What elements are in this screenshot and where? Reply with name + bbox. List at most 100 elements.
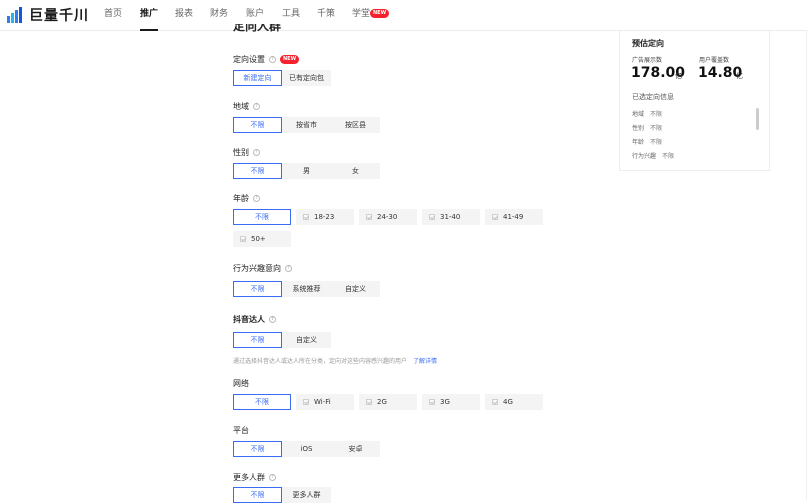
- platform-option-android[interactable]: 安卓: [331, 441, 380, 457]
- targeting-label-text: 定向设置: [233, 55, 265, 64]
- option-existing-package[interactable]: 已有定向包: [282, 70, 331, 86]
- network-option-label: 3G: [440, 398, 450, 406]
- network-options: 不限 Wi-Fi 2G 3G 4G: [233, 394, 543, 410]
- age-option-31-40[interactable]: 31-40: [422, 209, 480, 225]
- region-label: 地域: [233, 101, 260, 112]
- interest-option-system[interactable]: 系统推荐: [282, 281, 331, 297]
- gender-label: 性别: [233, 147, 260, 158]
- age-option-unlimited[interactable]: 不限: [233, 209, 291, 225]
- nav-tools[interactable]: 工具: [282, 0, 300, 31]
- age-option-50-plus[interactable]: 50+: [233, 231, 291, 247]
- brand-logo-icon: [7, 7, 22, 23]
- age-option-18-23[interactable]: 18-23: [296, 209, 354, 225]
- selected-key: 性别: [632, 125, 645, 132]
- platform-options: 不限 iOS 安卓: [233, 441, 380, 457]
- selected-info-title: 已选定向信息: [632, 93, 674, 101]
- age-option-24-30[interactable]: 24-30: [359, 209, 417, 225]
- platform-option-ios[interactable]: iOS: [282, 441, 331, 457]
- top-navbar: 巨量千川 首页 推广 报表 财务 账户 工具 千策 学堂 NEW: [0, 0, 807, 31]
- checkbox-icon: [303, 399, 309, 405]
- nav-finance[interactable]: 财务: [210, 0, 228, 31]
- interest-label-text: 行为兴趣意向: [233, 264, 281, 273]
- network-option-2g[interactable]: 2G: [359, 394, 417, 410]
- more-option-unlimited[interactable]: 不限: [233, 487, 282, 503]
- age-label-text: 年龄: [233, 194, 249, 203]
- help-icon[interactable]: [269, 316, 276, 323]
- targeting-label: 定向设置 NEW: [233, 54, 300, 65]
- coverage-unit: 亿: [736, 72, 743, 80]
- selected-list-scrollbar[interactable]: [756, 108, 759, 130]
- age-option-41-49[interactable]: 41-49: [485, 209, 543, 225]
- network-option-wifi[interactable]: Wi-Fi: [296, 394, 354, 410]
- checkbox-icon: [429, 399, 435, 405]
- checkbox-icon: [366, 399, 372, 405]
- platform-label: 平台: [233, 425, 249, 436]
- checkbox-icon: [366, 214, 372, 220]
- douyin-option-custom[interactable]: 自定义: [282, 332, 331, 348]
- region-label-text: 地域: [233, 102, 249, 111]
- more-audience-options: 不限 更多人群: [233, 487, 331, 503]
- estimate-card: 预估定向 广告展示数 178.00 亿 用户覆盖数 14.80 亿 已选定向信息…: [619, 31, 770, 171]
- network-option-4g[interactable]: 4G: [485, 394, 543, 410]
- targeting-options: 新建定向 已有定向包: [233, 70, 331, 86]
- learn-more-link[interactable]: 了解详情: [413, 358, 437, 365]
- region-option-unlimited[interactable]: 不限: [233, 117, 282, 133]
- platform-option-unlimited[interactable]: 不限: [233, 441, 282, 457]
- interest-options: 不限 系统推荐 自定义: [233, 281, 380, 297]
- more-audience-label: 更多人群: [233, 472, 276, 483]
- network-label-text: 网络: [233, 379, 249, 388]
- douyin-label: 抖音达人: [233, 314, 276, 325]
- douyin-options: 不限 自定义: [233, 332, 331, 348]
- option-new-targeting[interactable]: 新建定向: [233, 70, 282, 86]
- selected-value: 不限: [662, 153, 675, 160]
- help-icon[interactable]: [253, 149, 260, 156]
- impressions-unit: 亿: [675, 72, 682, 80]
- more-audience-label-text: 更多人群: [233, 473, 265, 482]
- network-option-label: 2G: [377, 398, 387, 406]
- academy-new-badge: NEW: [370, 9, 390, 18]
- impressions-label: 广告展示数: [632, 57, 663, 64]
- region-option-district[interactable]: 按区县: [331, 117, 380, 133]
- more-option-more[interactable]: 更多人群: [282, 487, 331, 503]
- gender-option-male[interactable]: 男: [282, 163, 331, 179]
- selected-row: 地域 不限: [632, 109, 662, 118]
- coverage-label: 用户覆盖数: [699, 57, 730, 64]
- network-option-3g[interactable]: 3G: [422, 394, 480, 410]
- nav-home[interactable]: 首页: [104, 0, 122, 31]
- network-label: 网络: [233, 378, 249, 389]
- nav-reports[interactable]: 报表: [175, 0, 193, 31]
- douyin-option-unlimited[interactable]: 不限: [233, 332, 282, 348]
- gender-options: 不限 男 女: [233, 163, 380, 179]
- region-option-province[interactable]: 按省市: [282, 117, 331, 133]
- age-option-label: 24-30: [377, 213, 398, 221]
- selected-row: 性别 不限: [632, 123, 662, 132]
- help-icon[interactable]: [269, 474, 276, 481]
- gender-option-female[interactable]: 女: [331, 163, 380, 179]
- selected-key: 年龄: [632, 139, 645, 146]
- age-option-label: 31-40: [440, 213, 461, 221]
- gender-label-text: 性别: [233, 148, 249, 157]
- selected-value: 不限: [650, 139, 663, 146]
- nav-qiance[interactable]: 千策: [317, 0, 335, 31]
- selected-key: 行为兴趣: [632, 153, 657, 160]
- gender-option-unlimited[interactable]: 不限: [233, 163, 282, 179]
- douyin-hint: 通过选择抖音达人或达人所在分类，定向对这些内容感兴趣的用户 了解详情: [233, 356, 437, 365]
- selected-key: 地域: [632, 111, 645, 118]
- network-option-unlimited[interactable]: 不限: [233, 394, 291, 410]
- help-icon[interactable]: [253, 195, 260, 202]
- nav-academy[interactable]: 学堂: [352, 0, 370, 31]
- interest-option-unlimited[interactable]: 不限: [233, 281, 282, 297]
- network-option-label: Wi-Fi: [314, 398, 331, 406]
- interest-option-custom[interactable]: 自定义: [331, 281, 380, 297]
- help-icon[interactable]: [285, 265, 292, 272]
- help-icon[interactable]: [253, 103, 260, 110]
- checkbox-icon: [492, 399, 498, 405]
- network-option-label: 4G: [503, 398, 513, 406]
- logo[interactable]: 巨量千川: [7, 6, 89, 24]
- age-option-label: 18-23: [314, 213, 335, 221]
- douyin-label-text: 抖音达人: [233, 315, 265, 324]
- interest-label: 行为兴趣意向: [233, 263, 292, 274]
- checkbox-icon: [492, 214, 498, 220]
- help-icon[interactable]: [269, 56, 276, 63]
- nav-promotion[interactable]: 推广: [140, 0, 159, 31]
